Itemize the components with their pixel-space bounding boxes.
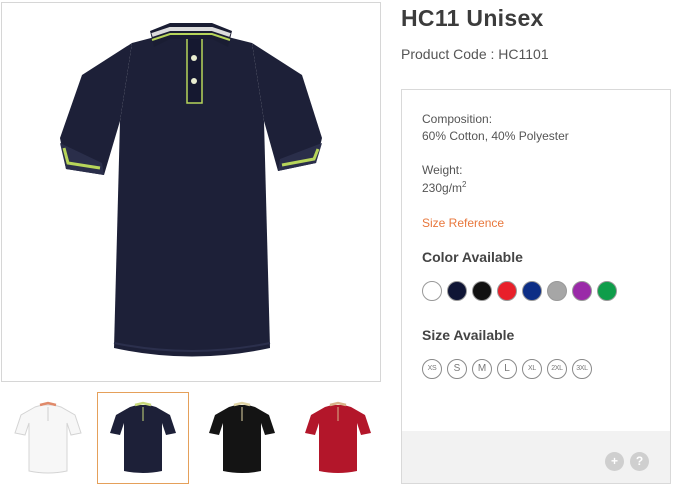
size-option-s[interactable]: S bbox=[447, 359, 467, 379]
thumbnail-white[interactable] bbox=[2, 392, 94, 484]
polo-shirt-image bbox=[60, 23, 322, 357]
main-product-image[interactable] bbox=[1, 2, 381, 382]
color-swatch-black[interactable] bbox=[472, 281, 492, 301]
weight-number: 230g/m bbox=[422, 181, 463, 195]
size-option-3xl[interactable]: 3XL bbox=[572, 359, 592, 379]
color-swatch-green[interactable] bbox=[597, 281, 617, 301]
size-option-2xl[interactable]: 2XL bbox=[547, 359, 567, 379]
product-details-panel: Composition: 60% Cotton, 40% Polyester W… bbox=[401, 89, 671, 484]
composition-label: Composition: bbox=[422, 112, 493, 126]
thumbnail-strip bbox=[0, 392, 384, 484]
color-swatch-grey[interactable] bbox=[547, 281, 567, 301]
color-swatch-purple[interactable] bbox=[572, 281, 592, 301]
color-swatch-royal[interactable] bbox=[522, 281, 542, 301]
polo-thumbnail-image bbox=[305, 401, 371, 473]
polo-thumbnail-image bbox=[209, 401, 275, 473]
color-swatch-red[interactable] bbox=[497, 281, 517, 301]
size-option-m[interactable]: M bbox=[472, 359, 492, 379]
size-option-xs[interactable]: XS bbox=[422, 359, 442, 379]
polo-thumbnail-image bbox=[110, 401, 176, 473]
product-title: HC11 Unisex bbox=[401, 5, 544, 31]
weight-exponent: 2 bbox=[462, 180, 467, 189]
polo-thumbnail-image bbox=[14, 401, 82, 474]
color-available-heading: Color Available bbox=[422, 249, 523, 265]
size-option-l[interactable]: L bbox=[497, 359, 517, 379]
product-code: Product Code : HC1101 bbox=[401, 46, 549, 62]
composition-value: 60% Cotton, 40% Polyester bbox=[422, 129, 569, 143]
thumbnail-black[interactable] bbox=[196, 392, 288, 484]
help-question-icon[interactable]: ? bbox=[630, 452, 649, 471]
thumbnail-red[interactable] bbox=[292, 392, 384, 484]
color-swatch-white[interactable] bbox=[422, 281, 442, 301]
weight-label: Weight: bbox=[422, 163, 463, 177]
weight-value: 230g/m2 bbox=[422, 180, 466, 195]
size-reference-link[interactable]: Size Reference bbox=[422, 216, 504, 230]
size-available-heading: Size Available bbox=[422, 327, 515, 343]
color-swatch-navy[interactable] bbox=[447, 281, 467, 301]
zoom-plus-icon[interactable]: + bbox=[605, 452, 624, 471]
size-option-xl[interactable]: XL bbox=[522, 359, 542, 379]
thumbnail-navy[interactable] bbox=[97, 392, 189, 484]
panel-footer: + ? bbox=[402, 431, 670, 483]
